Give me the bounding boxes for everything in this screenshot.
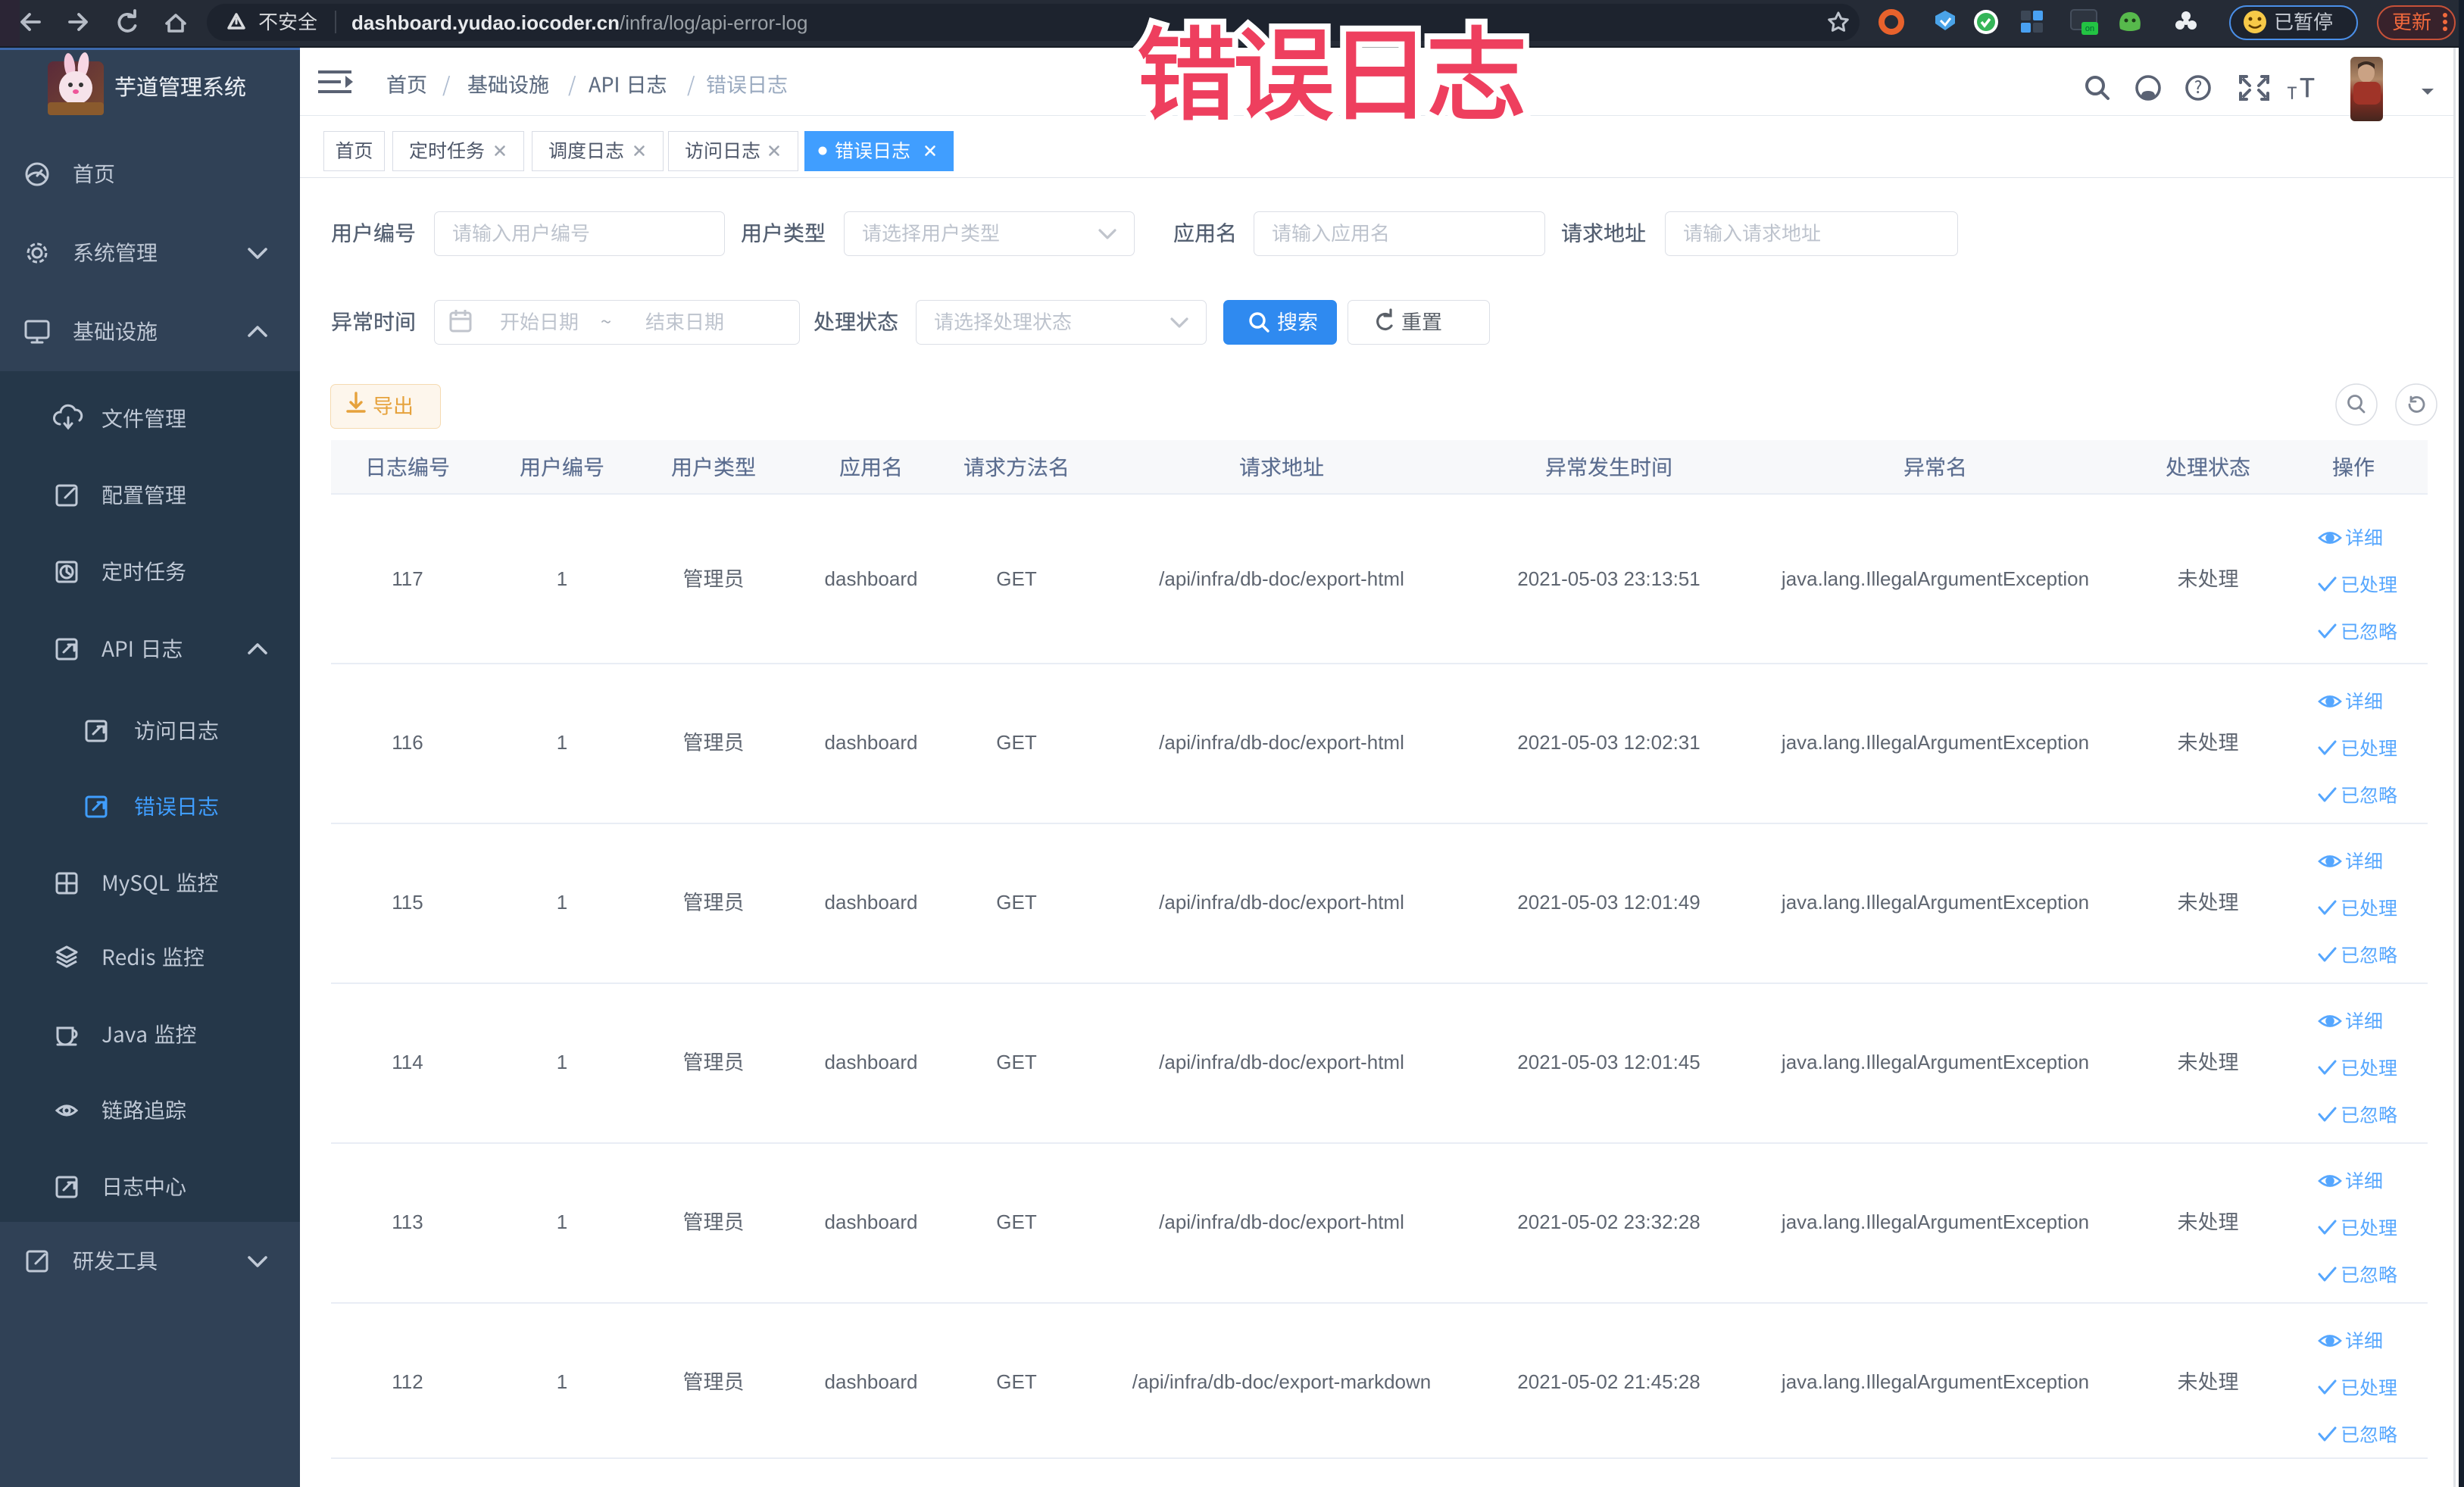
svg-text:on: on <box>2085 24 2094 33</box>
